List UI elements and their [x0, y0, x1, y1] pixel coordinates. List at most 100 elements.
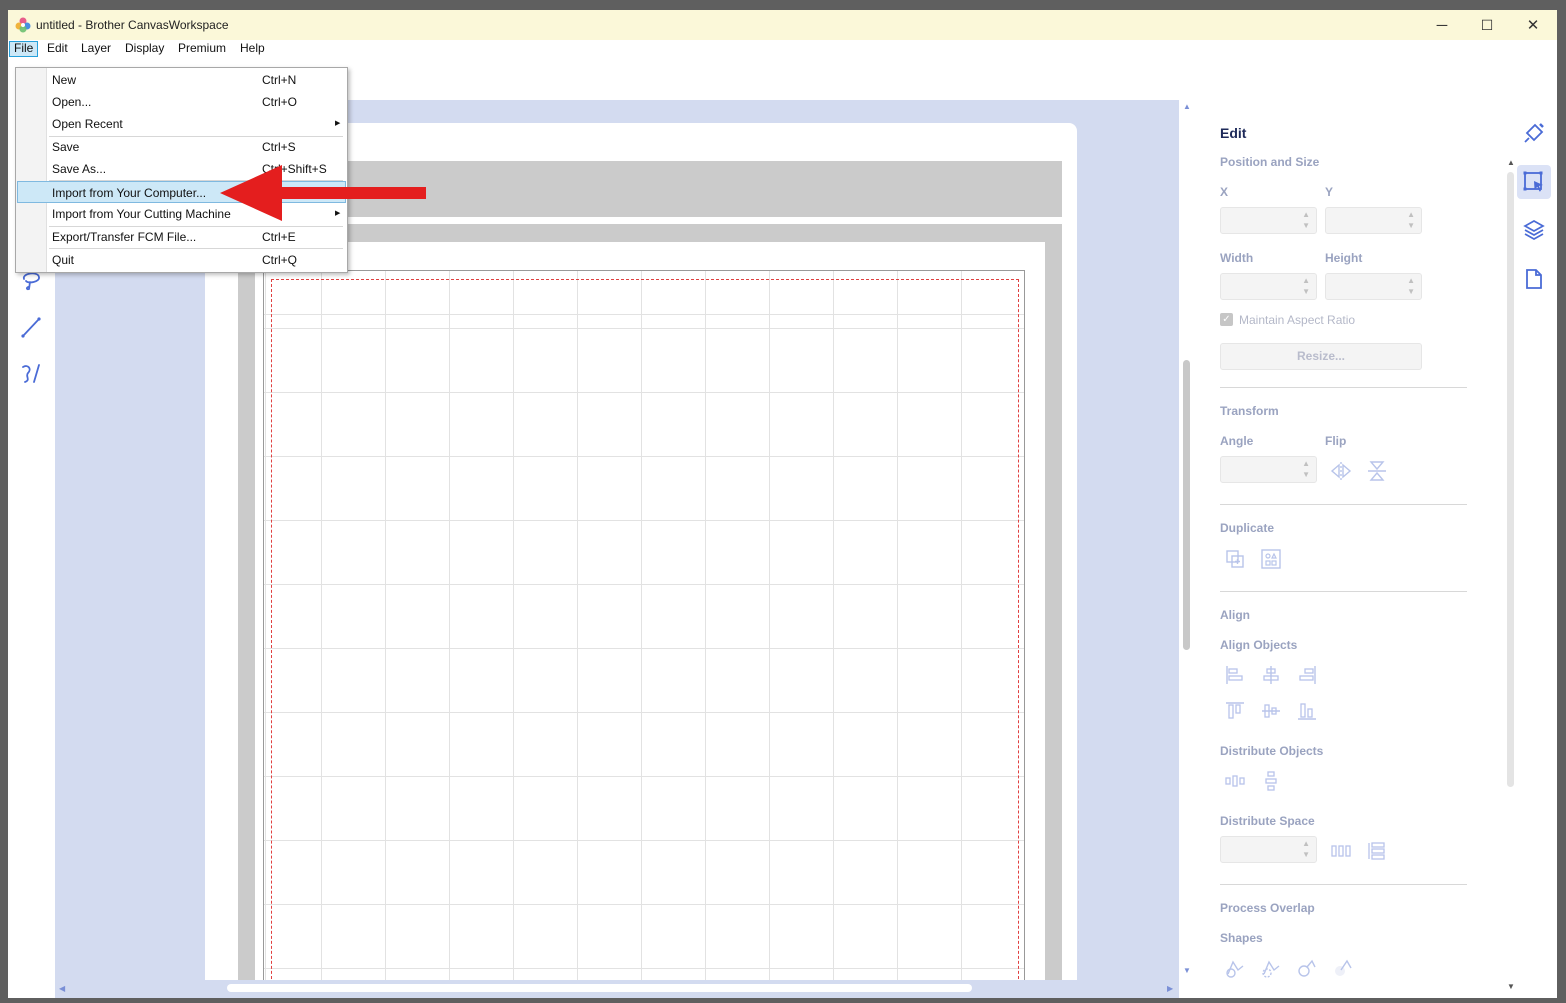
menu-file[interactable]: File [9, 41, 39, 57]
maximize-button[interactable]: ☐ [1464, 10, 1510, 40]
transform-heading: Transform [1220, 404, 1279, 418]
trim-icon[interactable] [1259, 956, 1283, 980]
panel-scroll-thumb[interactable] [1507, 172, 1514, 787]
menu-item-shortcut: Ctrl+Q [262, 253, 298, 267]
x-label: X [1220, 185, 1229, 199]
menu-item-label: Quit [52, 253, 75, 267]
divider [1220, 884, 1467, 885]
exclude-icon[interactable] [1331, 956, 1355, 980]
space-vertical-icon[interactable] [1365, 839, 1389, 863]
menu-item-label: Export/Transfer FCM File... [52, 230, 197, 244]
edit-panel-title: Edit [1220, 125, 1247, 141]
minimize-button[interactable]: ─ [1419, 10, 1465, 40]
canvas-vertical-scrollbar[interactable]: ▲ ▼ [1179, 100, 1195, 980]
align-top-icon[interactable] [1223, 699, 1247, 723]
resize-button[interactable]: Resize... [1220, 343, 1422, 370]
scroll-right-icon[interactable]: ▶ [1167, 984, 1173, 993]
divider [1220, 387, 1467, 388]
window-title: untitled - Brother CanvasWorkspace [36, 18, 229, 32]
menu-help[interactable]: Help [236, 41, 269, 57]
align-bottom-icon[interactable] [1295, 699, 1319, 723]
app-logo-icon [15, 17, 31, 33]
distribute-space-label: Distribute Space [1220, 814, 1315, 828]
submenu-arrow-icon: ▶ [335, 120, 341, 127]
angle-input[interactable]: ▲ ▼ [1220, 456, 1317, 483]
width-input[interactable]: ▲ ▼ [1220, 273, 1317, 300]
scroll-up-icon[interactable]: ▲ [1183, 102, 1191, 111]
intersect-icon[interactable] [1295, 956, 1319, 980]
weld-icon[interactable] [1223, 956, 1247, 980]
duplicate-icon[interactable] [1223, 547, 1247, 571]
distribute-vertical-icon[interactable] [1259, 769, 1283, 793]
menu-bar: File Edit Layer Display Premium Help [8, 40, 1557, 57]
layers-icon[interactable] [1517, 213, 1551, 247]
height-input[interactable]: ▲ ▼ [1325, 273, 1422, 300]
menu-item-shortcut: Ctrl+N [262, 73, 297, 87]
x-input[interactable]: ▲ ▼ [1220, 207, 1317, 234]
menu-item-new[interactable]: New Ctrl+N [17, 69, 346, 91]
distribute-space-input[interactable]: ▲ ▼ [1220, 836, 1317, 863]
app-window: untitled - Brother CanvasWorkspace ─ ☐ ✕… [8, 10, 1557, 998]
menu-edit[interactable]: Edit [43, 41, 72, 57]
menu-item-label: Open Recent [52, 117, 123, 131]
divider [1220, 504, 1467, 505]
brush-icon[interactable] [1517, 116, 1551, 150]
line-icon[interactable] [16, 312, 46, 342]
position-size-heading: Position and Size [1220, 155, 1320, 169]
scroll-down-icon[interactable]: ▼ [1183, 966, 1191, 975]
duplicate-heading: Duplicate [1220, 521, 1275, 535]
height-label: Height [1325, 251, 1363, 265]
freehand-icon[interactable] [16, 358, 46, 388]
maintain-aspect-ratio-label: Maintain Aspect Ratio [1239, 313, 1356, 327]
menu-item-label: New [52, 73, 77, 87]
flip-horizontal-icon[interactable] [1329, 459, 1353, 483]
maintain-aspect-ratio-checkbox[interactable]: ✓ [1220, 313, 1233, 326]
distribute-horizontal-icon[interactable] [1223, 769, 1247, 793]
canvas-vertical-scroll-thumb[interactable] [1183, 360, 1190, 650]
title-bar: untitled - Brother CanvasWorkspace ─ ☐ ✕ [8, 10, 1557, 40]
page-icon[interactable] [1517, 262, 1551, 296]
align-heading: Align [1220, 608, 1250, 622]
select-transform-icon[interactable] [1517, 165, 1551, 199]
menu-item-quit[interactable]: Quit Ctrl+Q [17, 249, 346, 271]
align-right-icon[interactable] [1295, 663, 1319, 687]
menu-item-label: Import from Your Cutting Machine [52, 207, 231, 221]
menu-item-label: Import from Your Computer... [52, 186, 207, 200]
scroll-left-icon[interactable]: ◀ [59, 984, 65, 993]
y-label: Y [1325, 185, 1334, 199]
align-middle-icon[interactable] [1259, 699, 1283, 723]
menu-item-save[interactable]: Save Ctrl+S [17, 136, 346, 158]
close-button[interactable]: ✕ [1510, 10, 1556, 40]
canvas-horizontal-scroll-thumb[interactable] [227, 984, 972, 992]
flip-label: Flip [1325, 434, 1347, 448]
space-horizontal-icon[interactable] [1329, 839, 1353, 863]
divider [1220, 591, 1467, 592]
menu-item-label: Save As... [52, 162, 107, 176]
red-annotation-arrow-icon [220, 165, 426, 221]
multiple-duplicate-icon[interactable] [1259, 547, 1283, 571]
cutting-area-boundary [271, 279, 1019, 980]
menu-item-label: Save [52, 140, 80, 154]
canvas-horizontal-scrollbar[interactable]: ◀ ▶ [55, 980, 1179, 998]
align-objects-label: Align Objects [1220, 638, 1298, 652]
menu-item-label: Open... [52, 95, 92, 109]
menu-item-shortcut: Ctrl+O [262, 95, 298, 109]
distribute-objects-label: Distribute Objects [1220, 744, 1324, 758]
angle-label: Angle [1220, 434, 1254, 448]
align-center-icon[interactable] [1259, 663, 1283, 687]
menu-display[interactable]: Display [121, 41, 168, 57]
menu-layer[interactable]: Layer [77, 41, 115, 57]
align-left-icon[interactable] [1223, 663, 1247, 687]
edit-panel: Edit Position and Size X Y ▲ ▼ ▲ ▼ Width H… [1195, 100, 1504, 998]
menu-item-open[interactable]: Open... Ctrl+O [17, 91, 346, 113]
process-overlap-heading: Process Overlap [1220, 901, 1315, 915]
right-rail [1514, 100, 1557, 998]
width-label: Width [1220, 251, 1254, 265]
shapes-label: Shapes [1220, 931, 1263, 945]
flip-vertical-icon[interactable] [1365, 459, 1389, 483]
menu-item-export-fcm[interactable]: Export/Transfer FCM File... Ctrl+E [17, 226, 346, 248]
menu-item-open-recent[interactable]: Open Recent ▶ [17, 113, 346, 135]
menu-item-shortcut: Ctrl+S [262, 140, 296, 154]
y-input[interactable]: ▲ ▼ [1325, 207, 1422, 234]
menu-premium[interactable]: Premium [174, 41, 230, 57]
